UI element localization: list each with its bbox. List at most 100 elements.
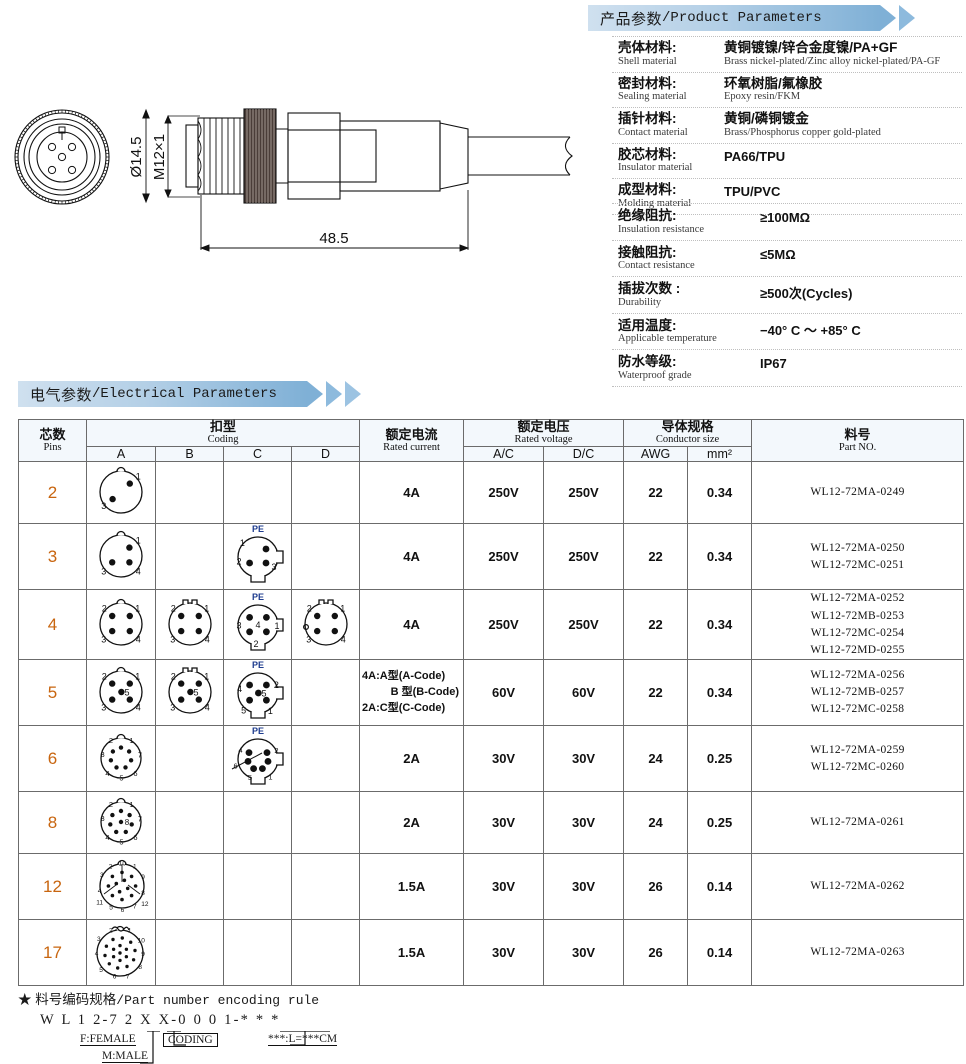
svg-text:3: 3 — [170, 703, 175, 713]
svg-text:4: 4 — [204, 703, 209, 713]
pin-diagram: 1 2 3 4 PE — [236, 592, 284, 652]
cell-mm2: 0.34 — [687, 589, 753, 661]
part-number: WL12-72MC-0251 — [810, 558, 905, 571]
spec-value-cn: 黄铜镀镍/锌合金度镍/PA+GF — [724, 40, 898, 55]
cell-part-numbers: WL12-72MA-0262 — [751, 853, 965, 921]
svg-text:3: 3 — [236, 621, 241, 631]
th-coding-d: D — [290, 446, 361, 463]
svg-text:3: 3 — [101, 501, 106, 511]
dim-length-label: 48.5 — [319, 230, 348, 247]
svg-text:9: 9 — [141, 952, 145, 959]
part-number-list: WL12-72MA-0252 WL12-72MB-0253 WL12-72MC-02… — [752, 590, 963, 659]
svg-text:5: 5 — [109, 905, 113, 912]
cell-rated-current: 2A — [359, 791, 465, 855]
espec-label-en: Contact resistance — [618, 260, 695, 272]
product-parameters-banner: 产品参数/Product Parameters — [588, 5, 915, 31]
cell-pins: 3 — [18, 523, 87, 591]
svg-text:1: 1 — [204, 672, 209, 682]
table-row: 6 1 2 3 4 5 6 7 1 2 4 5 6 PE 2A 30V 30V 24 0.25 WL12-72MA-0… — [18, 725, 965, 793]
spec-label-en: Sealing material — [618, 91, 687, 103]
datasheet-page: Ø14.5 M12×1 48.5 产品参数/Product Parameters… — [0, 0, 966, 1064]
svg-text:1: 1 — [135, 604, 140, 614]
cell-coding-a: 1 3 4 — [86, 523, 156, 591]
svg-text:7: 7 — [126, 974, 130, 981]
cell-awg: 24 — [623, 725, 689, 793]
spec-label-cn: 插针材料: — [618, 111, 677, 127]
th-coding-c: C — [223, 446, 292, 463]
cell-pins: 2 — [18, 461, 87, 525]
svg-text:4: 4 — [238, 746, 242, 755]
svg-text:2: 2 — [109, 864, 113, 871]
cell-coding-c: 1 2 4 5 5 PE — [223, 659, 292, 727]
cell-voltage-ac: 60V — [463, 659, 545, 727]
pins-value: 5 — [47, 682, 58, 702]
spec-label-cn: 成型材料: — [618, 182, 677, 198]
cell-voltage-ac: 250V — [463, 461, 545, 525]
table-row: 17 1 2 3 4 5 6 7 8 9 10 1.5A 30V 30V 26 0.14 WL12-72MA-0… — [18, 919, 965, 987]
part-number: WL12-72MA-0249 — [810, 486, 905, 499]
th-voltage-ac: A/C — [463, 446, 545, 463]
rated-current-value: 4A — [403, 549, 420, 565]
cell-awg: 24 — [623, 791, 689, 855]
svg-text:9: 9 — [141, 874, 145, 881]
cell-mm2: 0.25 — [687, 791, 753, 855]
espec-label-cn: 防水等级: — [618, 354, 677, 370]
spec-value-cn: 环氧树脂/氟橡胶 — [724, 75, 823, 91]
cell-coding-a: 1 2 3 45 — [86, 659, 156, 727]
cell-rated-current: 1.5A — [359, 919, 465, 987]
cell-coding-d — [290, 919, 361, 987]
espec-label-en: Applicable temperature — [618, 333, 717, 345]
spec-value-en: Brass nickel-plated/Zinc alloy nickel-pl… — [724, 55, 941, 67]
cell-voltage-ac: 30V — [463, 725, 545, 793]
cell-voltage-dc: 30V — [543, 791, 625, 855]
cell-awg: 26 — [623, 919, 689, 987]
svg-text:6: 6 — [133, 770, 137, 779]
electrical-parameters-banner-body: 电气参数/Electrical Parameters — [18, 381, 307, 407]
cell-awg: 22 — [623, 659, 689, 727]
svg-text:4: 4 — [136, 635, 141, 645]
svg-text:7: 7 — [138, 815, 142, 824]
pin-diagram: 1 2 3 4 — [302, 599, 348, 647]
svg-text:3: 3 — [101, 814, 105, 823]
part-number: WL12-72MC-0258 — [810, 703, 905, 716]
cell-voltage-dc: 60V — [543, 659, 625, 727]
cell-coding-c: 1 2 4 5 6 PE — [223, 725, 292, 793]
cell-coding-c — [223, 461, 292, 525]
cell-rated-current: 4A — [359, 523, 465, 591]
th-voltage-dc: D/C — [543, 446, 625, 463]
cell-part-numbers: WL12-72MA-0259 WL12-72MC-0260 — [751, 725, 965, 793]
espec-row: 接触阻抗: Contact resistance ≤5MΩ — [612, 241, 962, 278]
cell-part-numbers: WL12-72MA-0256 WL12-72MB-0257 WL12-72MC-02… — [751, 659, 965, 727]
cell-pins: 17 — [18, 919, 87, 987]
pins-value: 4 — [47, 614, 58, 634]
cell-coding-b — [155, 791, 224, 855]
cell-awg: 26 — [623, 853, 689, 921]
th-awg: AWG — [623, 446, 689, 463]
svg-text:5: 5 — [99, 967, 103, 974]
pin-diagram: 1 2 3 45 — [99, 667, 143, 715]
espec-value: IP67 — [760, 356, 787, 372]
table-row: 8 1 2 3 4 5 6 7 8 2A 30V 30V 24 0.25 WL12-72MA-0261 — [18, 791, 965, 855]
pins-value: 2 — [47, 482, 58, 502]
chevron-icon-2 — [325, 381, 342, 407]
th-current-cn: 额定电流 — [385, 426, 438, 442]
table-row: 12 10 1 2 3 4 11 5 6 7 12 8 9 1.5A 30V 30V 26 0.14 WL12-72… — [18, 853, 965, 921]
cell-rated-current: 2A — [359, 725, 465, 793]
spec-row: 壳体材料: Shell material 黄铜镀镍/锌合金度镍/PA+GF Br… — [612, 37, 962, 73]
svg-text:6: 6 — [121, 907, 125, 914]
pin-diagram: 1 2 4 5 6 PE — [231, 726, 284, 786]
svg-text:5: 5 — [247, 773, 251, 782]
cell-voltage-ac: 250V — [463, 523, 545, 591]
table-body: 2 1 3 4A 250V 250V 22 0.34 WL12-72MA-0249 3 1 3 4 1 2 3… — [18, 461, 965, 987]
spec-label-cn: 密封材料: — [618, 75, 677, 91]
cell-mm2: 0.34 — [687, 461, 753, 525]
part-number: WL12-72MB-0253 — [810, 609, 905, 622]
spec-row: 密封材料: Sealing material 环氧树脂/氟橡胶 Epoxy re… — [612, 73, 962, 109]
legend-length: ***:L=***CM — [268, 1033, 338, 1046]
svg-text:4: 4 — [237, 684, 242, 694]
chevron-icon-3 — [344, 381, 361, 407]
svg-text:2: 2 — [274, 746, 278, 755]
pin-diagram: 1234 5 678 — [100, 798, 142, 847]
th-conductor-cn: 导体规格 — [661, 419, 714, 434]
pin-diagram: 1 2 3 4 — [99, 599, 143, 647]
